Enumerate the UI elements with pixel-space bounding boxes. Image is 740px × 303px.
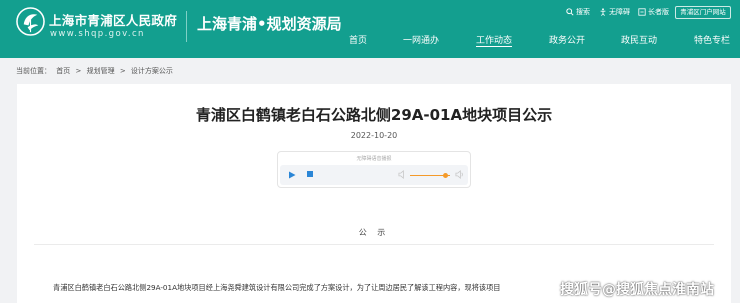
volume-slider-handle[interactable] [443,173,448,178]
nav-item-government-affairs[interactable]: 政务公开 [549,33,585,47]
section-divider [34,244,714,245]
search-link[interactable]: 搜索 [566,7,590,17]
accessibility-link[interactable]: 无障碍 [599,7,630,17]
accessibility-icon [600,8,606,16]
player-controls [280,165,468,185]
breadcrumb-design-notice[interactable]: 设计方案公示 [131,67,173,75]
search-icon [566,8,574,16]
breadcrumb-separator: > [75,67,82,75]
player-hint: 无障碍语音播报 [356,156,392,162]
article-title: 青浦区白鹤镇老白石公路北侧29A-01A地块项目公示 [195,106,553,124]
section-label: 公 示 [358,228,390,237]
nav-item-one-stop-service[interactable]: 一网通办 [403,33,439,47]
portal-site-button[interactable]: 青浦区门户网站 [675,6,731,19]
nav-item-public-interaction[interactable]: 政民互动 [621,33,657,47]
breadcrumb-prefix: 当前位置： [16,67,51,75]
nav-item-home[interactable]: 首页 [349,33,367,47]
breadcrumb-planning[interactable]: 规划管理 [87,67,115,75]
breadcrumb: 当前位置： 首页 > 规划管理 > 设计方案公示 [16,66,176,76]
nav-item-work-news[interactable]: 工作动态 [476,33,513,47]
search-label: 搜索 [576,8,590,16]
play-icon[interactable] [288,171,296,179]
volume-up-icon[interactable] [455,170,464,179]
site-header: 上海市青浦区人民政府 www.shqp.gov.cn 上海青浦•规划资源局 搜索… [0,0,740,58]
top-links: 搜索 无障碍 长者版 [0,7,740,19]
article-date: 2022-10-20 [350,131,398,140]
article-panel: 青浦区白鹤镇老白石公路北侧29A-01A地块项目公示 2022-10-20 无障… [17,84,731,303]
volume-down-icon[interactable] [398,170,407,179]
elder-mode-icon [638,8,646,16]
audio-player: 无障碍语音播报 [277,151,471,188]
elder-mode-link[interactable]: 长者版 [638,7,669,17]
breadcrumb-separator: > [119,67,126,75]
breadcrumb-home[interactable]: 首页 [56,67,70,75]
nav-item-special-columns[interactable]: 特色专栏 [694,33,730,47]
watermark: 搜狐号@搜狐焦点淮南站 [560,282,714,298]
stop-icon[interactable] [307,171,313,177]
elder-mode-label: 长者版 [648,8,669,16]
main-nav: 首页 一网通办 工作动态 政务公开 政民互动 特色专栏 [0,33,740,53]
accessibility-label: 无障碍 [609,8,630,16]
